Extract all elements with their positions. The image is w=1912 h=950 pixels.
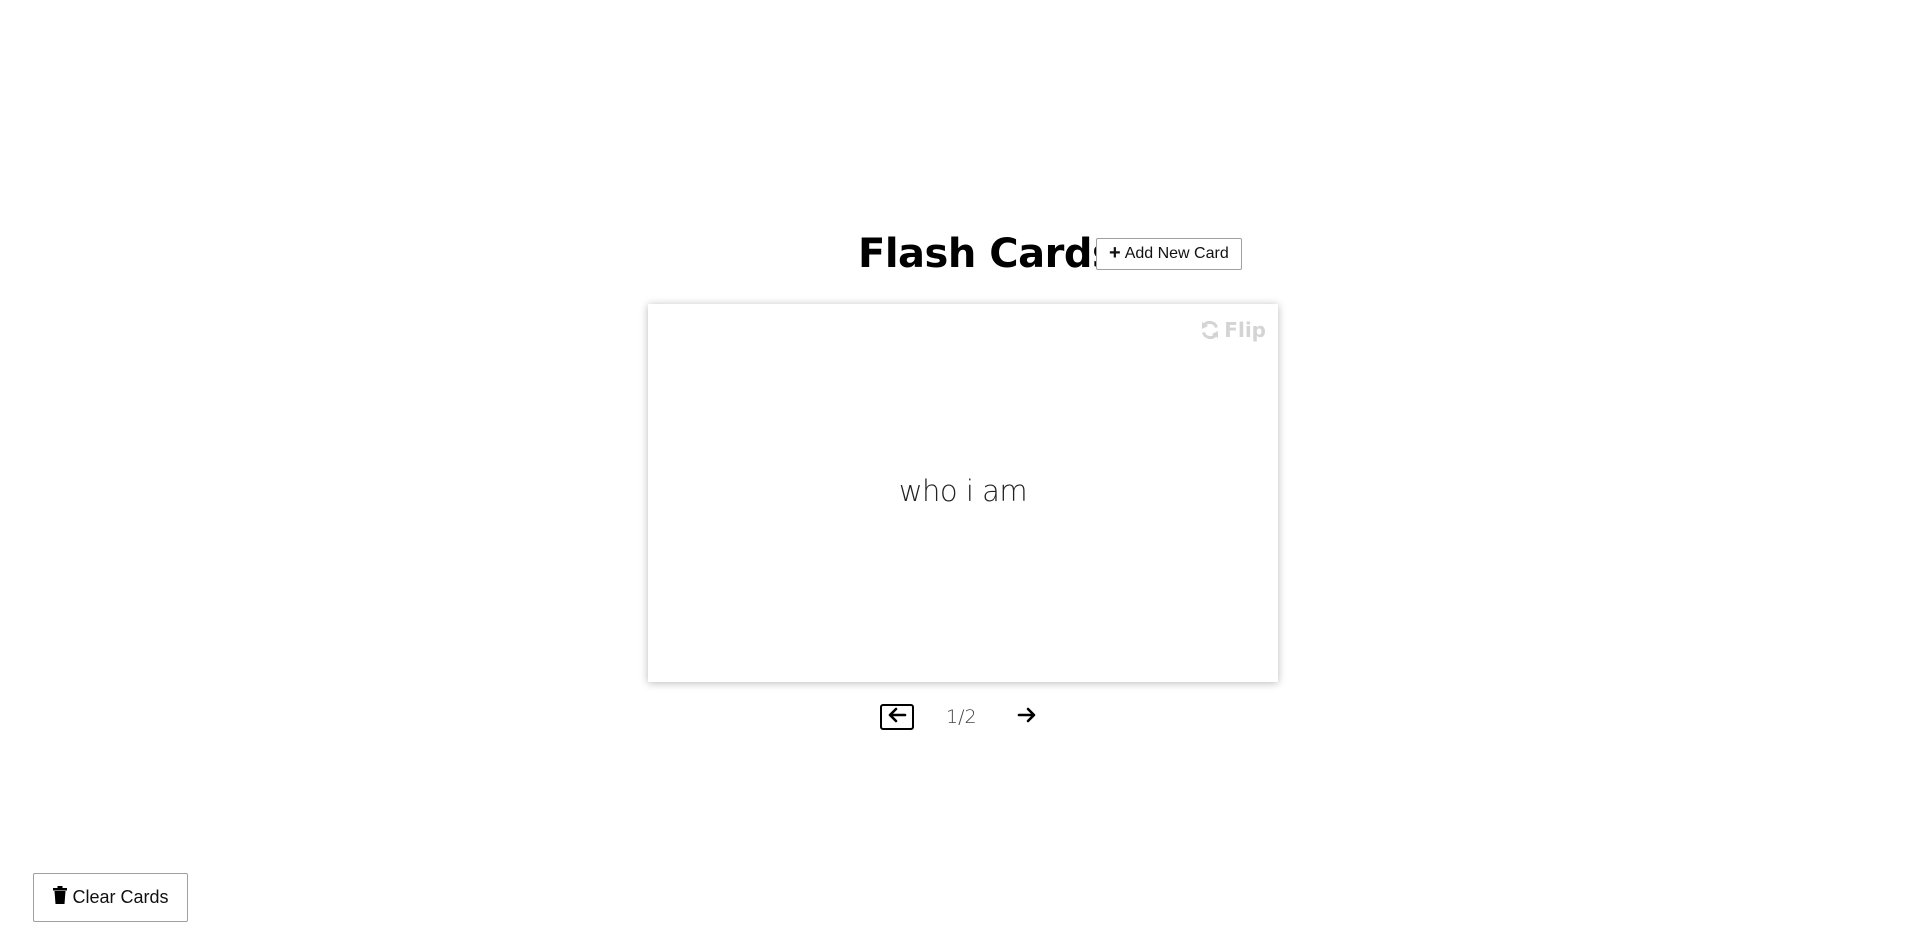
flash-card[interactable]: Flip who i am: [648, 304, 1278, 682]
trash-icon: [52, 886, 68, 909]
header: Flash Cards: [858, 226, 1116, 282]
card-text: who i am: [898, 474, 1028, 508]
add-new-card-label: Add New Card: [1124, 245, 1229, 262]
plus-icon: +: [1109, 242, 1121, 264]
card-navigation: 1/2: [880, 704, 1041, 730]
previous-card-button[interactable]: [880, 704, 914, 730]
page-title: Flash Cards: [858, 231, 1116, 277]
flip-button[interactable]: Flip: [1200, 318, 1266, 342]
card-counter: 1/2: [946, 706, 977, 728]
flip-label: Flip: [1224, 318, 1266, 342]
arrow-right-icon: [1017, 707, 1037, 728]
arrow-left-icon: [887, 707, 907, 728]
next-card-button[interactable]: [1013, 704, 1041, 730]
add-new-card-button[interactable]: + Add New Card: [1096, 238, 1242, 270]
refresh-icon: [1200, 320, 1220, 340]
clear-cards-label: Clear Cards: [72, 887, 169, 907]
clear-cards-button[interactable]: Clear Cards: [33, 873, 188, 922]
